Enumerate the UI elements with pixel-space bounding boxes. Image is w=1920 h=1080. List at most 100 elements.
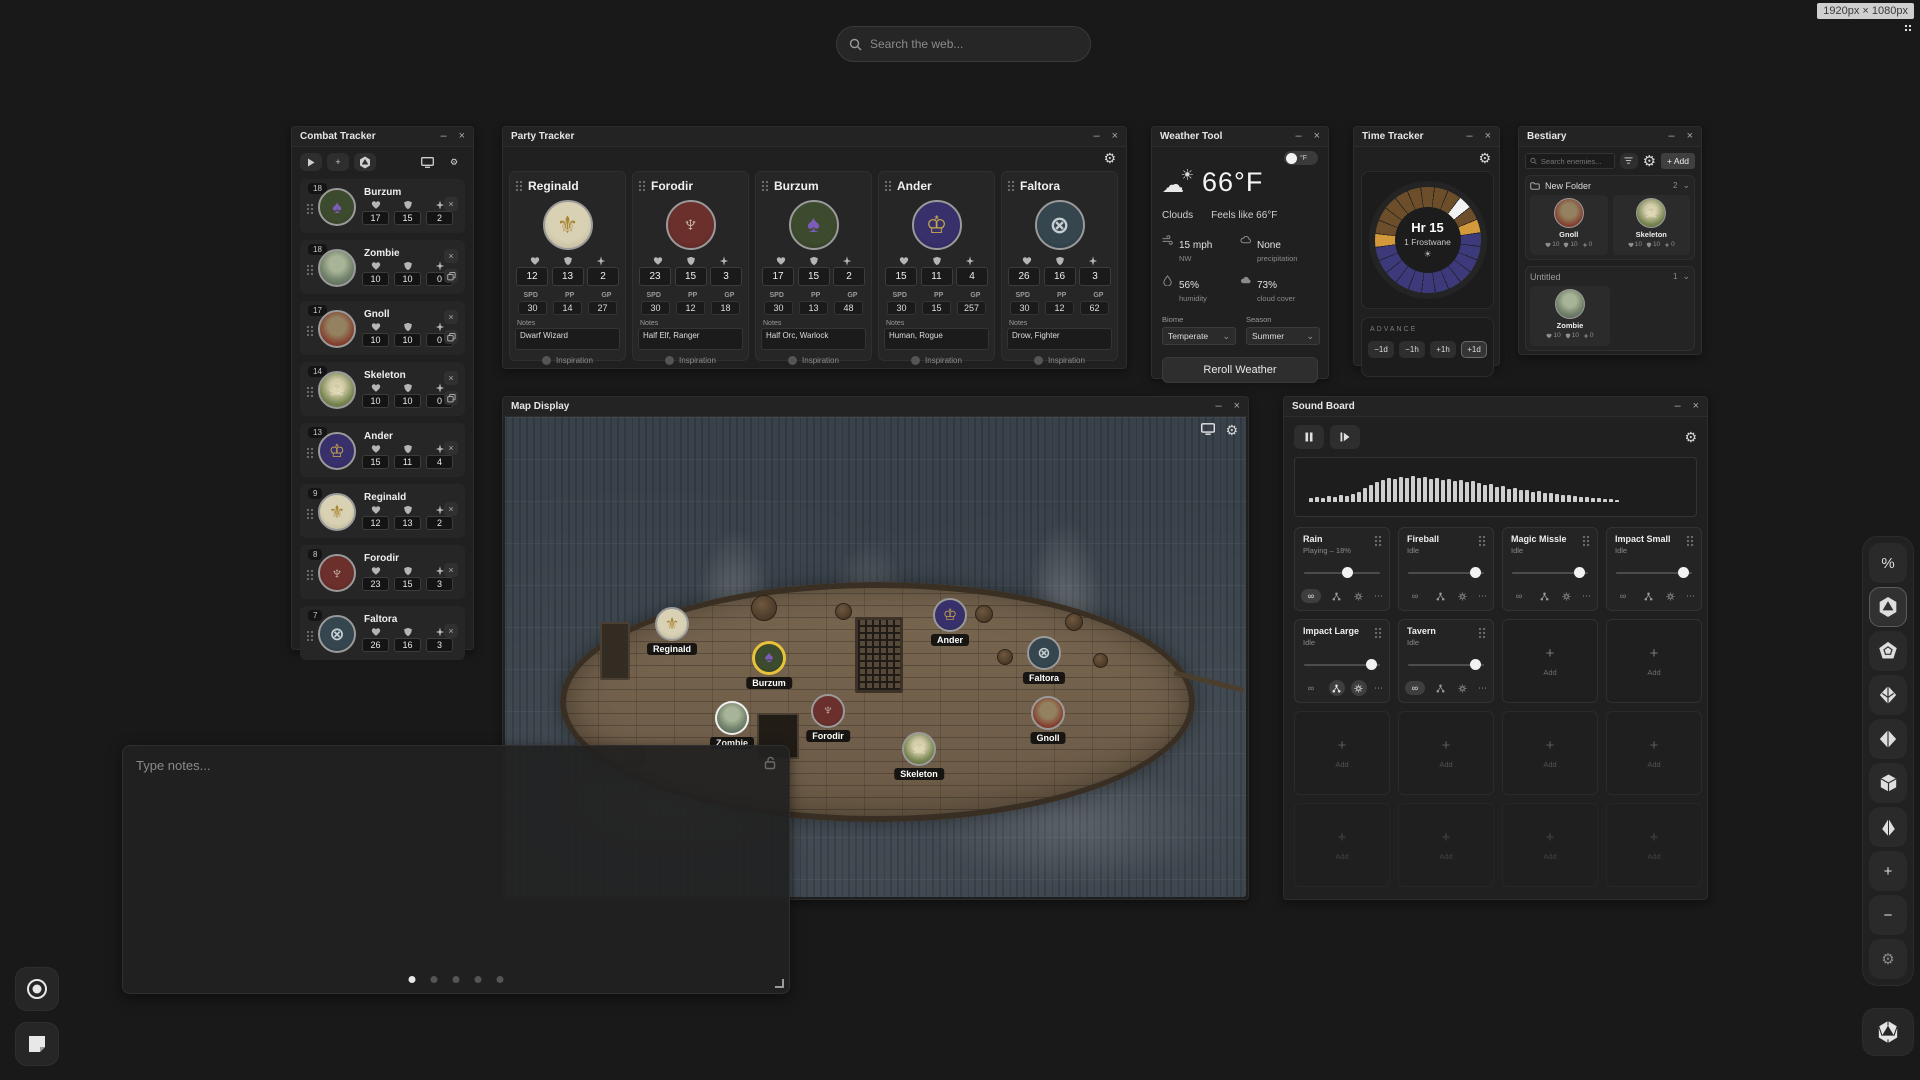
hp-value[interactable]: 12 bbox=[362, 516, 389, 530]
season-select[interactable]: Summer⌄ bbox=[1246, 327, 1320, 345]
settings-gear-icon[interactable]: ⚙ bbox=[1478, 151, 1491, 165]
add-sound-slot[interactable]: + Add bbox=[1295, 804, 1389, 886]
remove-combatant-button[interactable]: × bbox=[444, 624, 458, 638]
filter-icon[interactable] bbox=[1620, 153, 1638, 169]
party-member-card[interactable]: Ander ♔ 15 11 4 SPD PP G bbox=[878, 171, 995, 361]
volume-slider[interactable] bbox=[1408, 572, 1484, 574]
creature-card[interactable]: Zombie 10 10 0 bbox=[1530, 286, 1610, 346]
unit-toggle[interactable]: °F bbox=[1284, 151, 1318, 165]
pp-value[interactable]: 14 bbox=[553, 301, 582, 315]
more-options-icon[interactable]: ⋯ bbox=[1374, 683, 1383, 694]
loop-toggle[interactable]: ∞ bbox=[1405, 681, 1425, 695]
settings-gear-icon[interactable]: ⚙ bbox=[1643, 154, 1656, 169]
drag-handle-icon[interactable] bbox=[306, 508, 314, 520]
hp-value[interactable]: 10 bbox=[362, 394, 389, 408]
more-options-icon[interactable]: ⋯ bbox=[1582, 591, 1591, 602]
combat-row[interactable]: 8 ♆ Forodir 23 15 3 × bbox=[300, 545, 465, 599]
advance-time-button[interactable]: +1d bbox=[1461, 341, 1487, 358]
notes-field[interactable]: Half Orc, Warlock bbox=[761, 328, 866, 350]
bonus-value[interactable]: 3 bbox=[426, 577, 453, 591]
loop-toggle[interactable]: ∞ bbox=[1509, 589, 1529, 603]
remove-combatant-button[interactable]: × bbox=[444, 441, 458, 455]
volume-knob[interactable] bbox=[1470, 659, 1481, 670]
ac-value[interactable]: 16 bbox=[1044, 267, 1076, 286]
resize-handle[interactable] bbox=[775, 979, 784, 988]
search-input[interactable] bbox=[870, 37, 1078, 51]
volume-knob[interactable] bbox=[1678, 567, 1689, 578]
sticky-note-button[interactable] bbox=[15, 1022, 59, 1066]
advance-time-button[interactable]: −1h bbox=[1399, 341, 1425, 358]
add-sound-slot[interactable]: + Add bbox=[1607, 712, 1701, 794]
hp-value[interactable]: 15 bbox=[362, 455, 389, 469]
close-icon[interactable]: × bbox=[1314, 131, 1320, 142]
notes-field[interactable]: Human, Rogue bbox=[884, 328, 989, 350]
display-mode-icon[interactable] bbox=[416, 153, 438, 171]
close-icon[interactable]: × bbox=[1693, 401, 1699, 412]
party-member-card[interactable]: Burzum ♠ 17 15 2 SPD PP bbox=[755, 171, 872, 361]
display-mode-icon[interactable] bbox=[1201, 423, 1215, 437]
drag-handle-icon[interactable] bbox=[515, 180, 523, 192]
ac-value[interactable]: 15 bbox=[394, 211, 421, 225]
remove-combatant-button[interactable]: × bbox=[444, 310, 458, 324]
pp-value[interactable]: 12 bbox=[676, 301, 705, 315]
spatial-audio-icon[interactable] bbox=[1641, 588, 1657, 604]
spatial-audio-icon[interactable] bbox=[1537, 588, 1553, 604]
inspiration-toggle[interactable]: Inspiration bbox=[756, 356, 871, 365]
drag-handle-icon[interactable] bbox=[306, 447, 314, 459]
add-creature-button[interactable]: + Add bbox=[1661, 153, 1695, 169]
effects-gear-icon[interactable] bbox=[1351, 588, 1367, 604]
drag-handle-icon[interactable] bbox=[1478, 535, 1486, 547]
settings-gear-icon[interactable]: ⚙ bbox=[1684, 430, 1697, 444]
ac-value[interactable]: 11 bbox=[394, 455, 421, 469]
add-die-button[interactable]: + bbox=[1869, 851, 1907, 891]
page-dot[interactable] bbox=[475, 976, 482, 983]
web-search-bar[interactable] bbox=[836, 26, 1091, 62]
drag-handle-icon[interactable] bbox=[1374, 535, 1382, 547]
sound-board-header[interactable]: Sound Board – × bbox=[1284, 397, 1707, 417]
sound-tile[interactable]: Magic Missle Idle ∞ bbox=[1502, 527, 1598, 611]
effects-gear-icon[interactable] bbox=[1559, 588, 1575, 604]
inspiration-toggle[interactable]: Inspiration bbox=[510, 356, 625, 365]
bonus-value[interactable]: 4 bbox=[956, 267, 988, 286]
duplicate-combatant-button[interactable] bbox=[444, 269, 458, 283]
loop-toggle[interactable]: ∞ bbox=[1301, 681, 1321, 695]
bonus-value[interactable]: 2 bbox=[833, 267, 865, 286]
combat-tracker-header[interactable]: Combat Tracker – × bbox=[292, 127, 473, 147]
hp-value[interactable]: 10 bbox=[362, 333, 389, 347]
volume-slider[interactable] bbox=[1304, 572, 1380, 574]
sound-tile[interactable]: Fireball Idle ∞ bbox=[1398, 527, 1494, 611]
gp-value[interactable]: 48 bbox=[834, 301, 863, 315]
add-sound-slot[interactable]: + Add bbox=[1399, 804, 1493, 886]
unlock-icon[interactable] bbox=[763, 756, 777, 770]
advance-time-button[interactable]: −1d bbox=[1368, 341, 1394, 358]
notes-field[interactable]: Half Elf, Ranger bbox=[638, 328, 743, 350]
effects-gear-icon[interactable] bbox=[1351, 680, 1367, 696]
dice-settings-button[interactable]: ⚙ bbox=[1869, 939, 1907, 979]
drag-handle-icon[interactable] bbox=[306, 325, 314, 337]
ac-value[interactable]: 13 bbox=[394, 516, 421, 530]
sound-tile[interactable]: ∞ ⋯ bbox=[1606, 803, 1702, 887]
corner-drag-handle-icon[interactable] bbox=[1904, 24, 1912, 32]
drag-handle-icon[interactable] bbox=[306, 630, 314, 642]
hp-value[interactable]: 26 bbox=[362, 638, 389, 652]
spd-value[interactable]: 30 bbox=[641, 301, 670, 315]
party-member-card[interactable]: Forodir ♆ 23 15 3 SPD PP bbox=[632, 171, 749, 361]
combat-row[interactable]: 9 ⚜ Reginald 12 13 2 × bbox=[300, 484, 465, 538]
more-options-icon[interactable]: ⋯ bbox=[1374, 591, 1383, 602]
add-combatant-button[interactable]: + bbox=[327, 153, 349, 171]
remove-combatant-button[interactable]: × bbox=[444, 371, 458, 385]
die-d20-button[interactable] bbox=[1869, 587, 1907, 627]
loop-toggle[interactable]: ∞ bbox=[1301, 589, 1321, 603]
folder-name[interactable]: Untitled bbox=[1530, 272, 1561, 282]
combat-row[interactable]: 7 ⊗ Faltora 26 16 3 × bbox=[300, 606, 465, 660]
close-icon[interactable]: × bbox=[1112, 131, 1118, 142]
advance-time-button[interactable]: +1h bbox=[1430, 341, 1456, 358]
creature-card[interactable]: Gnoll 10 10 0 bbox=[1530, 195, 1608, 255]
sound-tile[interactable]: ∞ ⋯ bbox=[1398, 803, 1494, 887]
pp-value[interactable]: 12 bbox=[1045, 301, 1074, 315]
bonus-value[interactable]: 3 bbox=[710, 267, 742, 286]
gp-value[interactable]: 62 bbox=[1080, 301, 1109, 315]
notes-placeholder[interactable]: Type notes... bbox=[136, 758, 210, 773]
party-member-card[interactable]: Reginald ⚜ 12 13 2 SPD PP bbox=[509, 171, 626, 361]
spd-value[interactable]: 30 bbox=[764, 301, 793, 315]
